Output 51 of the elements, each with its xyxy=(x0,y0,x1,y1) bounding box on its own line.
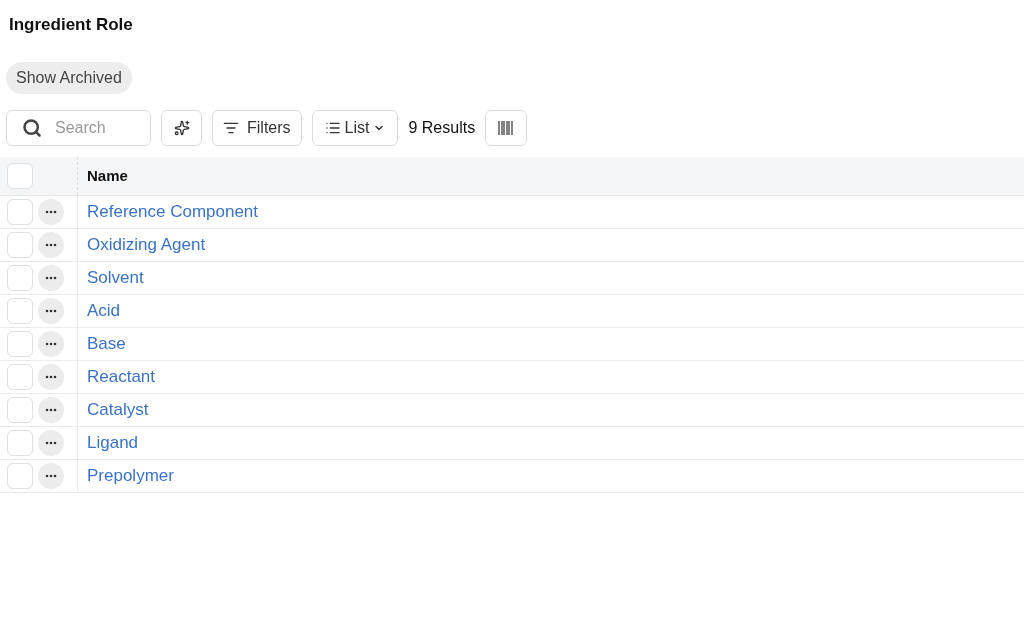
role-link[interactable]: Solvent xyxy=(87,265,144,291)
row-actions-button[interactable] xyxy=(38,397,64,423)
row-actions-button[interactable] xyxy=(38,232,64,258)
view-dropdown[interactable]: List xyxy=(311,110,399,146)
role-link[interactable]: Oxidizing Agent xyxy=(87,232,206,258)
row-actions-button[interactable] xyxy=(38,430,64,456)
row-checkbox[interactable] xyxy=(7,265,33,291)
row-actions-button[interactable] xyxy=(38,265,64,291)
row-checkbox[interactable] xyxy=(7,331,33,357)
role-link[interactable]: Base xyxy=(87,331,126,357)
more-icon xyxy=(45,309,57,313)
more-icon xyxy=(45,243,57,247)
column-header: Name xyxy=(86,165,128,186)
more-icon xyxy=(45,342,57,346)
row-actions-button[interactable] xyxy=(38,199,64,225)
row-checkbox[interactable] xyxy=(7,298,33,324)
role-link[interactable]: Reactant xyxy=(87,364,156,390)
more-icon xyxy=(45,276,57,280)
row-actions-button[interactable] xyxy=(38,331,64,357)
search-icon xyxy=(22,118,42,138)
row-checkbox[interactable] xyxy=(7,430,33,456)
row-actions-button[interactable] xyxy=(38,364,64,390)
role-link[interactable]: Prepolymer xyxy=(87,463,174,489)
more-icon xyxy=(45,210,57,214)
row-checkbox[interactable] xyxy=(7,397,33,423)
show-archived-button[interactable]: Show Archived xyxy=(6,62,132,94)
row-checkbox[interactable] xyxy=(7,199,33,225)
search-field[interactable]: Search xyxy=(6,110,151,146)
role-link[interactable]: Acid xyxy=(87,298,121,324)
barcode-icon xyxy=(498,121,515,135)
role-link[interactable]: Ligand xyxy=(87,430,139,456)
barcode-button[interactable] xyxy=(485,110,528,146)
sparkle-icon xyxy=(173,120,190,136)
filter-icon xyxy=(223,120,239,136)
filters-button[interactable]: Filters xyxy=(212,110,302,146)
list-icon xyxy=(324,120,341,136)
row-actions-button[interactable] xyxy=(38,298,64,324)
role-link[interactable]: Catalyst xyxy=(87,397,149,423)
more-icon xyxy=(45,441,57,445)
sparkle-button[interactable] xyxy=(161,110,202,146)
row-actions-button[interactable] xyxy=(38,463,64,489)
more-icon xyxy=(45,408,57,412)
row-checkbox[interactable] xyxy=(7,463,33,489)
role-link[interactable]: Reference Component xyxy=(87,199,259,225)
results-count: 9 Results xyxy=(408,118,476,138)
more-icon xyxy=(45,474,57,478)
more-icon xyxy=(45,375,57,379)
row-checkbox[interactable] xyxy=(7,232,33,258)
page-title: Ingredient Role xyxy=(8,14,134,34)
row-checkbox[interactable] xyxy=(7,163,33,189)
row-checkbox[interactable] xyxy=(7,364,33,390)
